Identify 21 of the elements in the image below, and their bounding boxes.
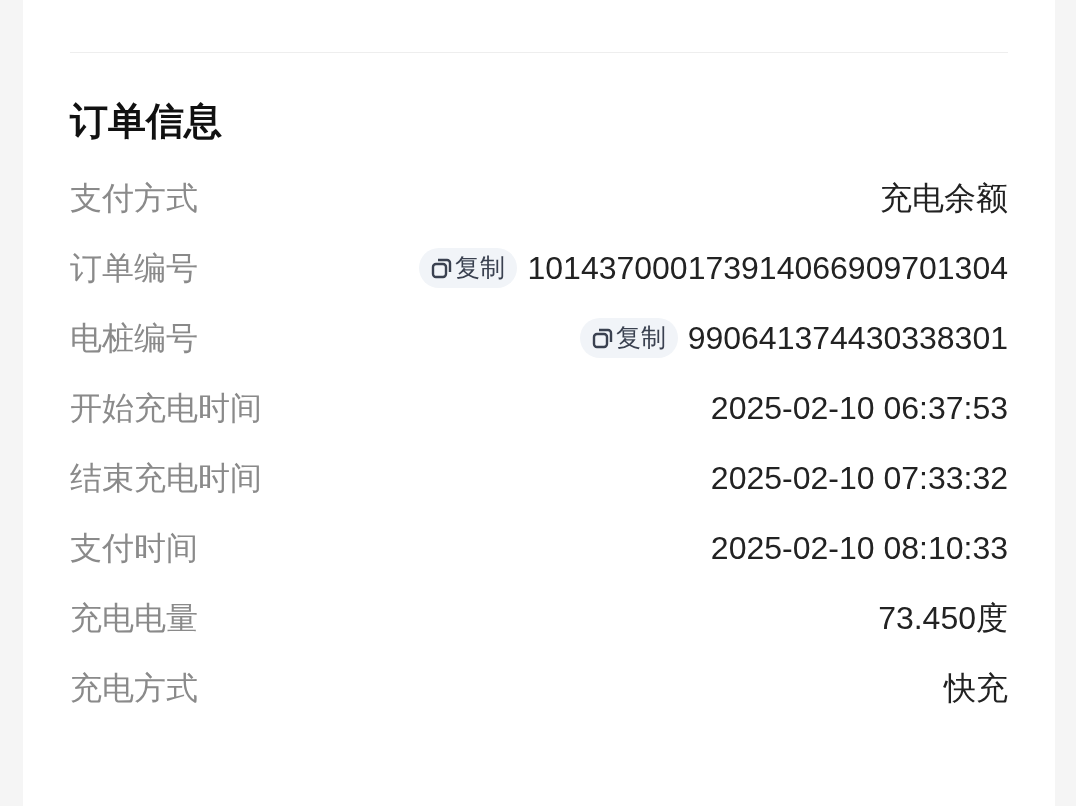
field-value: 990641374430338301 (687, 319, 1008, 358)
field-label: 开始充电时间 (70, 389, 262, 428)
field-value: 快充 (944, 669, 1008, 708)
field-label: 订单编号 (70, 249, 198, 288)
field-value: 101437000173914066909701304 (527, 249, 1008, 288)
field-value: 73.450度 (878, 599, 1008, 638)
copy-icon (431, 257, 454, 279)
section-title: 订单信息 (70, 99, 223, 144)
field-label: 支付方式 (70, 179, 198, 218)
field-label: 充电方式 (70, 669, 198, 708)
field-label: 支付时间 (70, 529, 198, 568)
field-value: 2025-02-10 07:33:32 (710, 459, 1008, 498)
copy-button[interactable]: 复制 (579, 318, 678, 358)
field-value: 2025-02-10 06:37:53 (710, 389, 1008, 428)
field-value: 充电余额 (880, 179, 1008, 218)
field-label: 结束充电时间 (70, 459, 262, 498)
copy-button[interactable]: 复制 (419, 248, 518, 288)
field-value: 2025-02-10 08:10:33 (710, 529, 1008, 568)
field-label: 充电电量 (70, 599, 198, 638)
field-label: 电桩编号 (70, 319, 198, 358)
copy-icon (591, 327, 614, 349)
